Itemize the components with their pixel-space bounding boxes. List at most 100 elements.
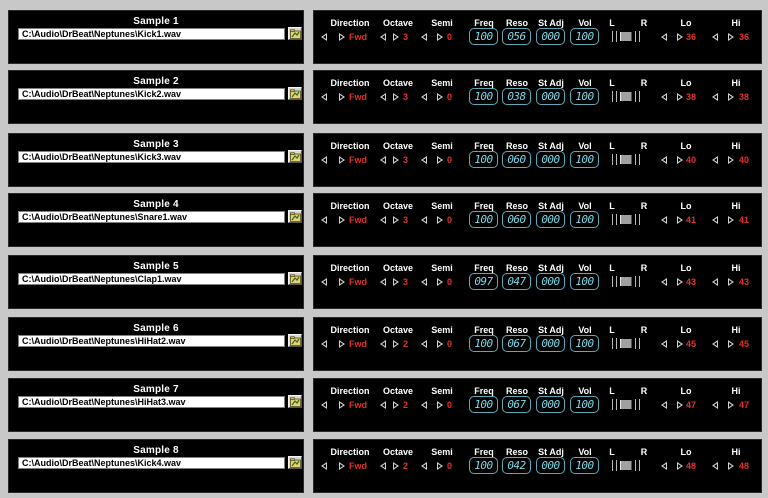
freq-display[interactable]: 100: [469, 396, 498, 413]
hi-prev-arrow-icon[interactable]: [712, 340, 718, 348]
hi-next-arrow-icon[interactable]: [728, 93, 734, 101]
hi-next-arrow-icon[interactable]: [728, 401, 734, 409]
st-adj-display[interactable]: 000: [536, 273, 565, 290]
pan-slider[interactable]: [612, 338, 640, 349]
browse-button[interactable]: [288, 27, 302, 40]
vol-display[interactable]: 100: [570, 273, 599, 290]
semi-next-arrow-icon[interactable]: [437, 156, 443, 164]
hi-next-arrow-icon[interactable]: [728, 216, 734, 224]
direction-next-arrow-icon[interactable]: [339, 216, 345, 224]
semi-prev-arrow-icon[interactable]: [421, 156, 427, 164]
semi-next-arrow-icon[interactable]: [437, 93, 443, 101]
sample-path-field[interactable]: C:\Audio\DrBeat\Neptunes\Kick4.wav: [18, 457, 285, 469]
freq-display[interactable]: 100: [469, 151, 498, 168]
reso-display[interactable]: 056: [502, 28, 531, 45]
semi-prev-arrow-icon[interactable]: [421, 93, 427, 101]
browse-button[interactable]: [288, 210, 302, 223]
hi-next-arrow-icon[interactable]: [728, 33, 734, 41]
vol-display[interactable]: 100: [570, 88, 599, 105]
reso-display[interactable]: 042: [502, 457, 531, 474]
lo-prev-arrow-icon[interactable]: [661, 401, 667, 409]
vol-display[interactable]: 100: [570, 396, 599, 413]
semi-prev-arrow-icon[interactable]: [421, 462, 427, 470]
browse-button[interactable]: [288, 272, 302, 285]
pan-slider[interactable]: [612, 31, 640, 42]
hi-prev-arrow-icon[interactable]: [712, 216, 718, 224]
browse-button[interactable]: [288, 395, 302, 408]
octave-next-arrow-icon[interactable]: [393, 278, 399, 286]
hi-next-arrow-icon[interactable]: [728, 278, 734, 286]
lo-next-arrow-icon[interactable]: [677, 340, 683, 348]
direction-next-arrow-icon[interactable]: [339, 340, 345, 348]
lo-next-arrow-icon[interactable]: [677, 278, 683, 286]
direction-prev-arrow-icon[interactable]: [321, 216, 327, 224]
hi-prev-arrow-icon[interactable]: [712, 156, 718, 164]
direction-prev-arrow-icon[interactable]: [321, 93, 327, 101]
lo-next-arrow-icon[interactable]: [677, 33, 683, 41]
lo-prev-arrow-icon[interactable]: [661, 33, 667, 41]
pan-slider-knob[interactable]: [620, 92, 632, 101]
sample-path-field[interactable]: C:\Audio\DrBeat\Neptunes\HiHat3.wav: [18, 396, 285, 408]
vol-display[interactable]: 100: [570, 335, 599, 352]
browse-button[interactable]: [288, 87, 302, 100]
vol-display[interactable]: 100: [570, 151, 599, 168]
sample-path-field[interactable]: C:\Audio\DrBeat\Neptunes\Clap1.wav: [18, 273, 285, 285]
semi-next-arrow-icon[interactable]: [437, 278, 443, 286]
semi-next-arrow-icon[interactable]: [437, 462, 443, 470]
octave-next-arrow-icon[interactable]: [393, 156, 399, 164]
pan-slider-knob[interactable]: [620, 277, 632, 286]
octave-prev-arrow-icon[interactable]: [380, 278, 386, 286]
semi-prev-arrow-icon[interactable]: [421, 33, 427, 41]
reso-display[interactable]: 047: [502, 273, 531, 290]
lo-prev-arrow-icon[interactable]: [661, 156, 667, 164]
reso-display[interactable]: 060: [502, 151, 531, 168]
st-adj-display[interactable]: 000: [536, 396, 565, 413]
lo-prev-arrow-icon[interactable]: [661, 216, 667, 224]
freq-display[interactable]: 100: [469, 211, 498, 228]
octave-next-arrow-icon[interactable]: [393, 401, 399, 409]
reso-display[interactable]: 060: [502, 211, 531, 228]
hi-prev-arrow-icon[interactable]: [712, 278, 718, 286]
lo-prev-arrow-icon[interactable]: [661, 340, 667, 348]
pan-slider-knob[interactable]: [620, 32, 632, 41]
vol-display[interactable]: 100: [570, 457, 599, 474]
octave-prev-arrow-icon[interactable]: [380, 401, 386, 409]
direction-prev-arrow-icon[interactable]: [321, 401, 327, 409]
sample-path-field[interactable]: C:\Audio\DrBeat\Neptunes\Snare1.wav: [18, 211, 285, 223]
direction-prev-arrow-icon[interactable]: [321, 462, 327, 470]
semi-next-arrow-icon[interactable]: [437, 401, 443, 409]
octave-prev-arrow-icon[interactable]: [380, 93, 386, 101]
lo-next-arrow-icon[interactable]: [677, 401, 683, 409]
semi-prev-arrow-icon[interactable]: [421, 278, 427, 286]
hi-next-arrow-icon[interactable]: [728, 462, 734, 470]
freq-display[interactable]: 097: [469, 273, 498, 290]
direction-next-arrow-icon[interactable]: [339, 33, 345, 41]
direction-next-arrow-icon[interactable]: [339, 278, 345, 286]
hi-prev-arrow-icon[interactable]: [712, 93, 718, 101]
octave-prev-arrow-icon[interactable]: [380, 340, 386, 348]
direction-prev-arrow-icon[interactable]: [321, 278, 327, 286]
hi-next-arrow-icon[interactable]: [728, 340, 734, 348]
freq-display[interactable]: 100: [469, 335, 498, 352]
sample-path-field[interactable]: C:\Audio\DrBeat\Neptunes\HiHat2.wav: [18, 335, 285, 347]
octave-next-arrow-icon[interactable]: [393, 462, 399, 470]
pan-slider-knob[interactable]: [620, 215, 632, 224]
reso-display[interactable]: 067: [502, 396, 531, 413]
semi-prev-arrow-icon[interactable]: [421, 401, 427, 409]
reso-display[interactable]: 038: [502, 88, 531, 105]
pan-slider[interactable]: [612, 91, 640, 102]
lo-prev-arrow-icon[interactable]: [661, 278, 667, 286]
freq-display[interactable]: 100: [469, 457, 498, 474]
browse-button[interactable]: [288, 150, 302, 163]
sample-path-field[interactable]: C:\Audio\DrBeat\Neptunes\Kick1.wav: [18, 28, 285, 40]
hi-next-arrow-icon[interactable]: [728, 156, 734, 164]
hi-prev-arrow-icon[interactable]: [712, 33, 718, 41]
st-adj-display[interactable]: 000: [536, 335, 565, 352]
browse-button[interactable]: [288, 456, 302, 469]
freq-display[interactable]: 100: [469, 28, 498, 45]
octave-prev-arrow-icon[interactable]: [380, 216, 386, 224]
hi-prev-arrow-icon[interactable]: [712, 401, 718, 409]
pan-slider-knob[interactable]: [620, 339, 632, 348]
direction-next-arrow-icon[interactable]: [339, 93, 345, 101]
direction-next-arrow-icon[interactable]: [339, 156, 345, 164]
